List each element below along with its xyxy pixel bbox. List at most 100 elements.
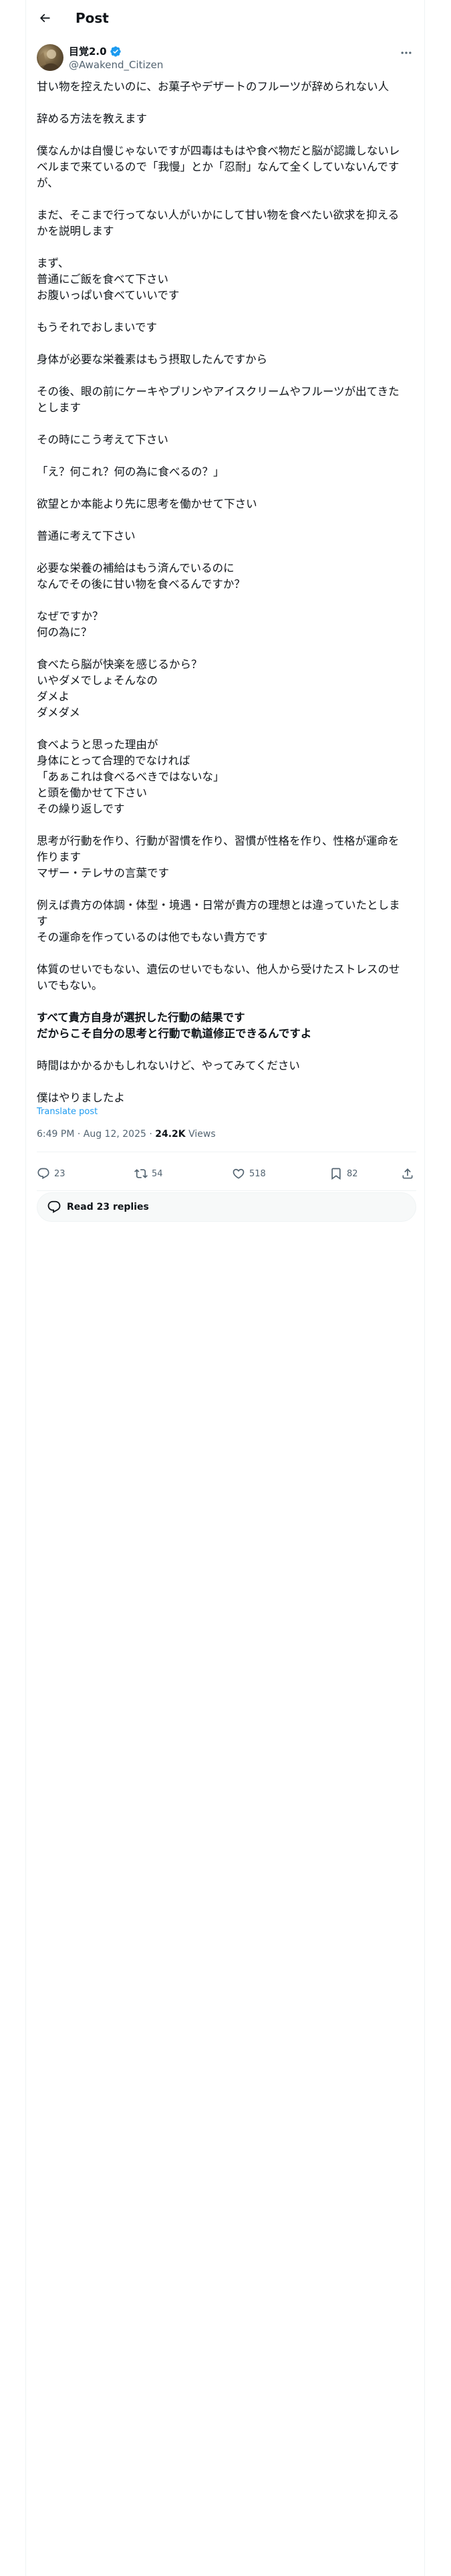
post-line: その繰り返しです <box>37 802 125 815</box>
repost-button[interactable]: 54 <box>134 1166 163 1181</box>
post-line: その時にこう考えて下さい <box>37 433 168 446</box>
post-line: かを説明します <box>37 225 114 237</box>
author-name[interactable]: 目覚2.0 <box>69 45 107 58</box>
back-button[interactable] <box>33 6 57 30</box>
post-line: その後、眼の前にケーキやプリンやアイスクリームやフルーツが出てきた <box>37 385 400 398</box>
post-line: 僕はやりましたよ <box>37 1091 125 1104</box>
views-count: 24.2K <box>155 1129 186 1140</box>
share-button[interactable] <box>401 1166 414 1181</box>
post-line: 身体にとって合理的でなければ <box>37 754 190 767</box>
more-dots-icon <box>400 46 413 60</box>
post-paragraph: 普通に考えて下さい <box>37 528 416 544</box>
post-line: すべて貴方自身が選択した行動の結果です <box>37 1011 245 1024</box>
post-paragraph: 僕なんかは自慢じゃないですが四毒はもはや食べ物だと脳が認識しないレ ベルまで来てい… <box>37 143 416 191</box>
read-replies-button[interactable]: Read 23 replies <box>37 1192 416 1222</box>
repost-count: 54 <box>152 1168 163 1179</box>
post-paragraph: 時間はかかるかもしれないけど、やってみてください <box>37 1058 416 1074</box>
reply-button[interactable]: 23 <box>37 1166 65 1181</box>
like-count: 518 <box>249 1168 266 1179</box>
post-line: もうそれでおしまいです <box>37 321 158 334</box>
post-line: 思考が行動を作り、行動が習慣を作り、習慣が性格を作り、性格が運命を <box>37 835 400 847</box>
post-paragraph: まず、普通にご飯を食べて下さい お腹いっぱい食べていいです <box>37 255 416 304</box>
post-line: 例えば貴方の体調・体型・境遇・日常が貴方の理想とは違っていたとしま <box>37 899 400 911</box>
post-line: だからこそ自分の思考と行動で軌道修正できるんですよ <box>37 1027 312 1040</box>
post-paragraph: 体質のせいでもない、遺伝のせいでもない、他人から受けたストレスのせ いでもない。 <box>37 962 416 994</box>
post-line: なぜですか？ <box>37 610 104 623</box>
post-header: Post <box>26 0 424 37</box>
post-paragraph: その後、眼の前にケーキやプリンやアイスクリームやフルーツが出てきた とします <box>37 384 416 416</box>
reply-bubble-icon <box>47 1200 61 1214</box>
post-paragraph: 例えば貴方の体調・体型・境遇・日常が貴方の理想とは違っていたとしますその運命を作… <box>37 897 416 946</box>
post-line: マザー・テレサの言葉です <box>37 867 169 879</box>
verified-badge-icon <box>110 45 122 58</box>
post-text: 甘い物を控えたいのに、お菓子やデザートのフルーツが辞められない人 辞める方法を教え… <box>37 79 416 1122</box>
author-handle[interactable]: @Awakend_Citizen <box>69 58 163 72</box>
post-line: 欲望とか本能より先に思考を働かせて下さい <box>37 498 257 510</box>
share-icon <box>401 1167 414 1180</box>
post-line: 辞める方法を教えます <box>37 112 147 125</box>
post-line: ダメよ <box>37 690 70 703</box>
post-line: ダメダメ <box>37 706 81 719</box>
post-line: す <box>37 915 48 928</box>
post-line: 僕なんかは自慢じゃないですが四毒はもはや食べ物だと脳が認識しないレ <box>37 144 400 157</box>
post-line: 普通に考えて下さい <box>37 530 136 542</box>
post-timestamp[interactable]: 6:49 PM · Aug 12, 2025 · <box>37 1129 155 1140</box>
post-line: お腹いっぱい食べていいです <box>37 289 180 302</box>
post-line: まだ、そこまで行ってない人がいかにして甘い物を食べたい欲求を抑える <box>37 209 400 221</box>
reply-icon <box>37 1167 50 1180</box>
read-replies-label: Read 23 replies <box>67 1202 149 1212</box>
post-line: 普通にご飯を食べて下さい <box>37 273 169 286</box>
post-meta: 6:49 PM · Aug 12, 2025 · 24.2K Views <box>37 1128 216 1141</box>
post-paragraph: 甘い物を控えたいのに、お菓子やデザートのフルーツが辞められない人 <box>37 79 416 95</box>
bookmark-button[interactable]: 82 <box>329 1166 358 1181</box>
post-paragraph: 食べたら脳が快楽を感じるから？ いやダメでしょそんなの ダメよダメダメ <box>37 657 416 721</box>
post-line: 必要な栄養の補給はもう済んでいるのに <box>37 562 235 574</box>
post-paragraph: 身体が必要な栄養素はもう摂取したんですから <box>37 352 416 368</box>
divider-bottom <box>37 1190 416 1191</box>
post-paragraph: まだ、そこまで行ってない人がいかにして甘い物を食べたい欲求を抑える かを説明します <box>37 207 416 239</box>
post-paragraph: 欲望とか本能より先に思考を働かせて下さい <box>37 496 416 512</box>
bookmark-icon <box>329 1167 343 1180</box>
post-line: 食べようと思った理由が <box>37 738 158 751</box>
post-line: が、 <box>37 177 59 189</box>
like-button[interactable]: 518 <box>232 1166 266 1181</box>
bookmark-count: 82 <box>347 1168 358 1179</box>
post-line: と頭を働かせて下さい <box>37 786 147 799</box>
more-options-button[interactable] <box>396 45 416 60</box>
post-line: 甘い物を控えたいのに、お菓子やデザートのフルーツが辞められない人 <box>37 80 390 93</box>
post-line: 作ります <box>37 851 81 863</box>
post-paragraph: 思考が行動を作り、行動が習慣を作り、習慣が性格を作り、性格が運命を 作りますマザー… <box>37 833 416 881</box>
post-line: その運命を作っているのは他でもない貴方です <box>37 931 268 944</box>
post-paragraph: 僕はやりましたよ <box>37 1090 416 1106</box>
action-bar: 23 54 518 82 <box>37 1158 416 1190</box>
post-line: いでもない。 <box>37 979 103 992</box>
translate-post-link[interactable]: Translate post <box>37 1107 98 1117</box>
post-paragraph: すべて貴方自身が選択した行動の結果ですだからこそ自分の思考と行動で軌道修正できる… <box>37 1010 416 1042</box>
arrow-left-icon <box>38 11 51 25</box>
author-name-row[interactable]: 目覚2.0 <box>69 45 122 58</box>
post-line: 時間はかかるかもしれないけど、やってみてください <box>37 1059 300 1072</box>
post-paragraph: 「え？何これ？何の為に食べるの？」 <box>37 464 416 480</box>
post-line: 体質のせいでもない、遺伝のせいでもない、他人から受けたストレスのせ <box>37 963 400 976</box>
views-label: Views <box>185 1129 216 1140</box>
post-paragraph: もうそれでおしまいです <box>37 320 416 336</box>
post-paragraph: 辞める方法を教えます <box>37 111 416 127</box>
repost-icon <box>134 1167 148 1180</box>
post-line: なんでその後に甘い物を食べるんですか？ <box>37 578 245 591</box>
post-line: とします <box>37 401 81 414</box>
post-paragraph: その時にこう考えて下さい <box>37 432 416 448</box>
post-line: 「え？何これ？何の為に食べるの？」 <box>37 465 224 478</box>
post-paragraph: なぜですか？ 何の為に？ <box>37 609 416 641</box>
post-line: いやダメでしょそんなの <box>37 674 158 687</box>
page-title: Post <box>76 10 109 26</box>
post-line: 身体が必要な栄養素はもう摂取したんですから <box>37 353 268 366</box>
post-line: 食べたら脳が快楽を感じるから？ <box>37 658 202 671</box>
reply-count: 23 <box>54 1168 65 1179</box>
post-line: ベルまで来ているので「我慢」とか「忍耐」なんて全くしていないんです <box>37 160 400 173</box>
post-line: 何の為に？ <box>37 626 92 639</box>
post-paragraph: 食べようと思った理由が 身体にとって合理的でなければ 「あぁこれは食べるべきではない… <box>37 737 416 817</box>
post-paragraph: 必要な栄養の補給はもう済んでいるのに なんでその後に甘い物を食べるんですか？ <box>37 560 416 593</box>
post-line: まず、 <box>37 257 69 270</box>
avatar[interactable] <box>37 44 63 71</box>
main-column: Post 目覚2.0 @Awakend_Citizen 甘い物を控えたいのに、お… <box>25 0 425 2576</box>
